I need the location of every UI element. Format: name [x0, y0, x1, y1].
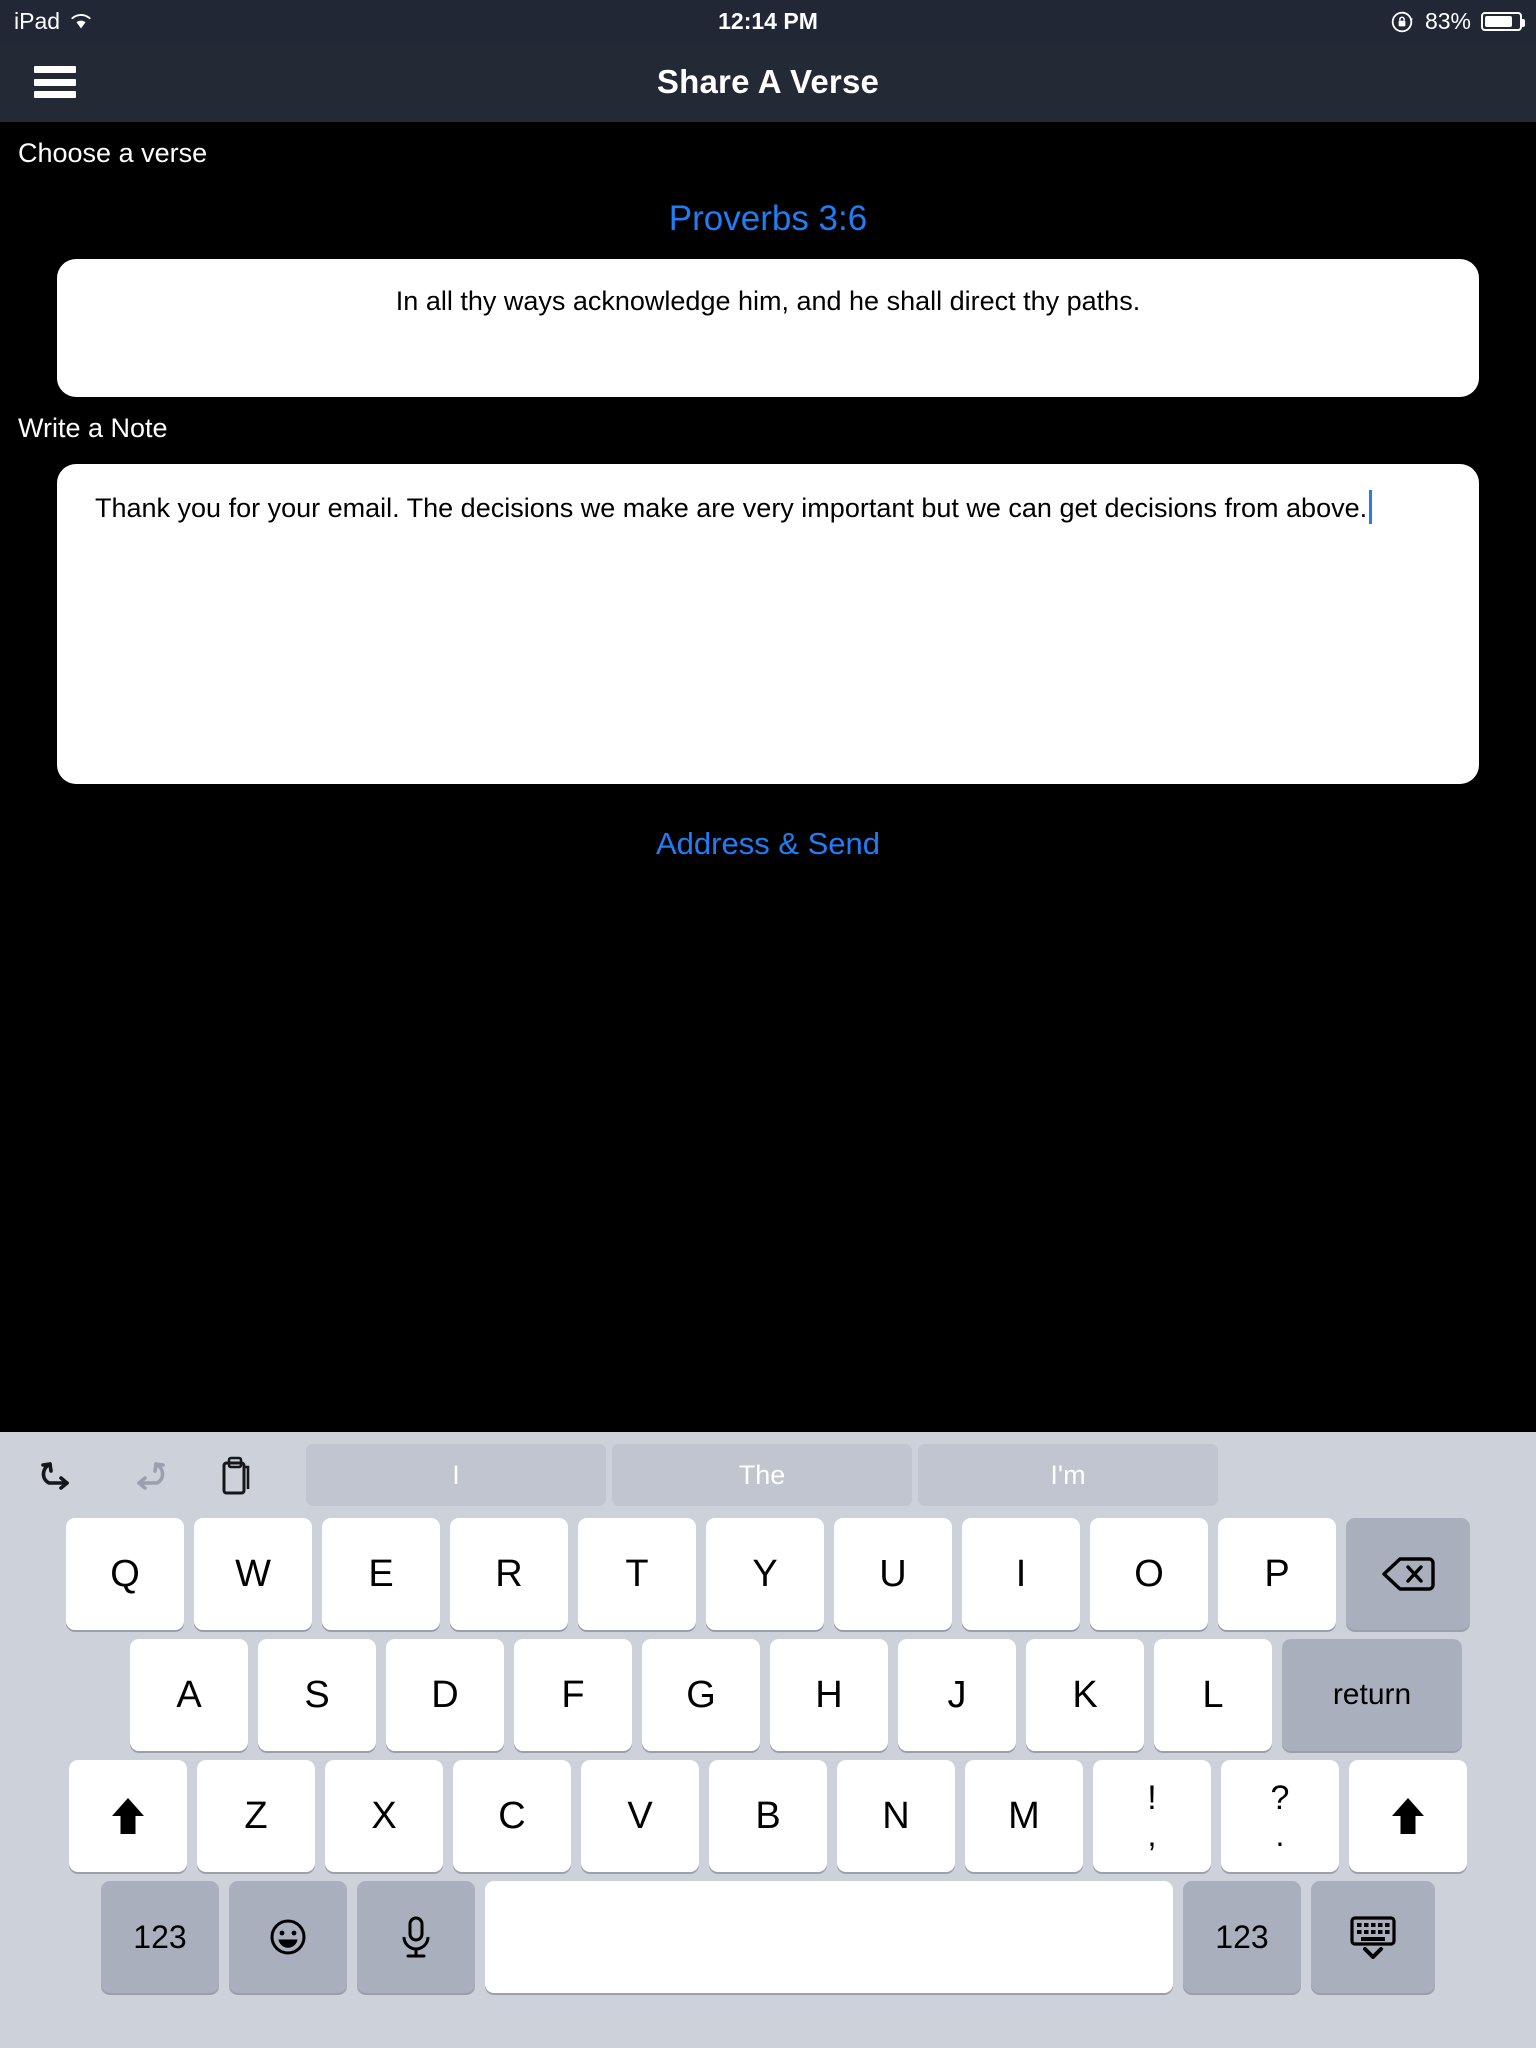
key-n[interactable]: N — [837, 1760, 955, 1872]
backspace-delete-icon[interactable] — [1346, 1518, 1470, 1630]
suggestion-chip[interactable]: The — [612, 1444, 912, 1506]
keyboard-row-1: Q W E R T Y U I O P — [8, 1518, 1528, 1630]
key-l[interactable]: L — [1154, 1639, 1272, 1751]
verse-card[interactable]: In all thy ways acknowledge him, and he … — [57, 259, 1479, 397]
key-d[interactable]: D — [386, 1639, 504, 1751]
redo-icon[interactable] — [124, 1451, 170, 1499]
key-comma-label: , — [1147, 1817, 1157, 1853]
navigation-bar: Share A Verse — [0, 42, 1536, 122]
verse-reference-link[interactable]: Proverbs 3:6 — [0, 199, 1536, 239]
text-caret — [1369, 490, 1373, 524]
suggestion-chip[interactable]: I'm — [918, 1444, 1218, 1506]
key-h[interactable]: H — [770, 1639, 888, 1751]
key-m[interactable]: M — [965, 1760, 1083, 1872]
key-a[interactable]: A — [130, 1639, 248, 1751]
undo-icon[interactable] — [36, 1451, 82, 1499]
battery-percent-label: 83% — [1424, 7, 1471, 34]
verse-text: In all thy ways acknowledge him, and he … — [395, 286, 1141, 316]
hamburger-menu-icon[interactable] — [34, 66, 76, 98]
hamburger-bar — [34, 91, 76, 98]
microphone-icon[interactable] — [357, 1881, 475, 1993]
key-x[interactable]: X — [325, 1760, 443, 1872]
numbers-key-right[interactable]: 123 — [1183, 1881, 1301, 1993]
key-w[interactable]: W — [194, 1518, 312, 1630]
key-o[interactable]: O — [1090, 1518, 1208, 1630]
shift-arrow-up-icon[interactable] — [1349, 1760, 1467, 1872]
keyboard-row-3: Z X C V B N M ! , ? . — [8, 1760, 1528, 1872]
key-z[interactable]: Z — [197, 1760, 315, 1872]
hamburger-bar — [34, 78, 76, 86]
key-exclamation-label: ! — [1147, 1779, 1157, 1817]
key-b[interactable]: B — [709, 1760, 827, 1872]
note-text: Thank you for your email. The decisions … — [95, 493, 1368, 523]
key-c[interactable]: C — [453, 1760, 571, 1872]
keyboard-rows: Q W E R T Y U I O P A S D F G H J K L re… — [0, 1518, 1536, 1993]
keyboard-row-4: 123 123 — [8, 1881, 1528, 1993]
key-q[interactable]: Q — [66, 1518, 184, 1630]
key-r[interactable]: R — [450, 1518, 568, 1630]
key-question-period[interactable]: ? . — [1221, 1760, 1339, 1872]
hamburger-bar — [34, 66, 76, 73]
key-g[interactable]: G — [642, 1639, 760, 1751]
keyboard-tool-icons — [36, 1451, 258, 1499]
keyboard-row-2: A S D F G H J K L return — [8, 1639, 1528, 1751]
space-key[interactable] — [485, 1881, 1173, 1993]
choose-verse-label: Choose a verse — [18, 138, 208, 168]
numbers-key-left[interactable]: 123 — [101, 1881, 219, 1993]
status-bar-time: 12:14 PM — [718, 7, 818, 34]
key-y[interactable]: Y — [706, 1518, 824, 1630]
return-key[interactable]: return — [1282, 1639, 1462, 1751]
main-content: Choose a verse Proverbs 3:6 In all thy w… — [0, 122, 1536, 1432]
hide-keyboard-icon[interactable] — [1311, 1881, 1435, 1993]
keyboard-toolbar: I The I'm — [0, 1432, 1536, 1518]
key-f[interactable]: F — [514, 1639, 632, 1751]
key-u[interactable]: U — [834, 1518, 952, 1630]
key-period-label: . — [1275, 1817, 1285, 1853]
note-input[interactable]: Thank you for your email. The decisions … — [57, 464, 1479, 784]
predictive-suggestions: I The I'm — [306, 1444, 1514, 1506]
rotation-lock-icon — [1390, 9, 1415, 34]
shift-arrow-up-icon[interactable] — [69, 1760, 187, 1872]
key-e[interactable]: E — [322, 1518, 440, 1630]
suggestion-chip[interactable]: I — [306, 1444, 606, 1506]
key-k[interactable]: K — [1026, 1639, 1144, 1751]
key-question-label: ? — [1270, 1779, 1290, 1817]
key-v[interactable]: V — [581, 1760, 699, 1872]
page-title: Share A Verse — [656, 63, 880, 100]
key-p[interactable]: P — [1218, 1518, 1336, 1630]
note-text-wrapper: Thank you for your email. The decisions … — [95, 490, 1451, 526]
key-i[interactable]: I — [962, 1518, 1080, 1630]
status-bar: iPad 12:14 PM 83% — [0, 0, 1536, 42]
key-s[interactable]: S — [258, 1639, 376, 1751]
status-bar-right: 83% — [1390, 7, 1525, 35]
key-exclamation-comma[interactable]: ! , — [1093, 1760, 1211, 1872]
write-note-label: Write a Note — [18, 413, 168, 443]
emoji-smiley-icon[interactable] — [229, 1881, 347, 1993]
key-j[interactable]: J — [898, 1639, 1016, 1751]
on-screen-keyboard: I The I'm Q W E R T Y U I O P A S D F G … — [0, 1432, 1536, 2048]
paste-clipboard-icon[interactable] — [212, 1451, 258, 1499]
battery-icon — [1481, 11, 1525, 31]
key-t[interactable]: T — [578, 1518, 696, 1630]
address-and-send-button[interactable]: Address & Send — [0, 826, 1536, 862]
